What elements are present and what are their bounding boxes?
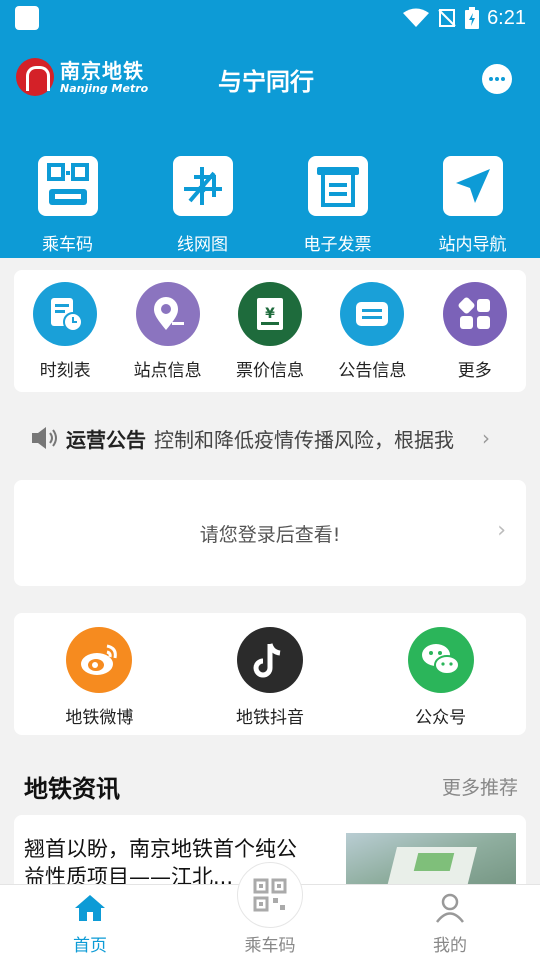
quick-label: 公告信息	[338, 361, 407, 381]
quick-label: 更多	[457, 361, 492, 381]
quick-label: 站点信息	[133, 361, 202, 381]
login-prompt-text: 请您登录后查看!	[199, 523, 341, 546]
timetable-icon	[33, 282, 98, 346]
user-icon	[436, 893, 464, 923]
location-icon	[135, 282, 200, 346]
quick-station-info[interactable]: 站点信息	[118, 282, 218, 392]
operation-notice[interactable]: 运营公告 控制和降低疫情传播风险，根据我 ›	[30, 420, 510, 456]
top-nav-label: 电子发票	[303, 235, 372, 255]
status-bar: 6:21	[0, 0, 540, 36]
top-nav-label: 线网图	[177, 235, 228, 255]
quick-announcement[interactable]: 公告信息	[322, 282, 422, 392]
fare-icon: ¥	[237, 282, 302, 346]
network-map-icon	[172, 156, 233, 216]
navigation-icon	[442, 156, 503, 216]
weibo-icon	[66, 627, 133, 693]
quick-label: 票价信息	[235, 361, 304, 381]
top-nav-label: 站内导航	[438, 235, 507, 255]
tab-label: 首页	[73, 936, 107, 956]
social-weibo[interactable]: 地铁微博	[29, 627, 169, 735]
douyin-icon	[236, 627, 303, 693]
quick-fare-info[interactable]: ¥ 票价信息	[220, 282, 320, 392]
social-douyin[interactable]: 地铁抖音	[200, 627, 340, 735]
notice-title: 运营公告	[66, 427, 146, 452]
quick-timetable[interactable]: 时刻表	[15, 282, 115, 392]
notice-text: 控制和降低疫情传播风险，根据我	[154, 427, 454, 452]
news-more-link[interactable]: 更多推荐	[442, 773, 518, 800]
more-grid-icon	[442, 282, 507, 346]
quick-more[interactable]: 更多	[425, 282, 525, 392]
chevron-right-icon: ›	[482, 426, 490, 450]
news-section-title: 地铁资讯	[24, 774, 120, 803]
tab-label: 乘车码	[244, 936, 296, 956]
e-invoice-icon	[307, 156, 368, 216]
top-nav-ride-code[interactable]: 乘车码	[0, 156, 135, 256]
top-nav-label: 乘车码	[42, 235, 93, 255]
top-nav-network-map[interactable]: 线网图	[135, 156, 270, 256]
qr-ticket-icon	[37, 156, 98, 216]
signal-off-icon	[438, 9, 456, 27]
social-label: 公众号	[415, 708, 467, 728]
app-slogan: 与宁同行	[218, 68, 314, 96]
social-media-card: 地铁微博 地铁抖音 公众号	[14, 613, 526, 735]
social-label: 地铁微博	[65, 708, 134, 728]
notification-icon	[15, 6, 39, 30]
speaker-icon	[32, 427, 57, 449]
social-wechat[interactable]: 公众号	[371, 627, 511, 735]
announcement-icon	[340, 282, 405, 346]
top-nav: 乘车码 线网图 电子发票 站内导航	[0, 156, 540, 256]
top-nav-station-navigation[interactable]: 站内导航	[405, 156, 540, 256]
ride-code-fab[interactable]	[237, 862, 303, 928]
wifi-icon	[403, 8, 430, 27]
app-header: 南京地铁 Nanjing Metro 与宁同行 乘车码 线网图 电子发票 站内导…	[0, 36, 540, 258]
qr-code-icon	[253, 878, 287, 912]
quick-menu-card: 时刻表 站点信息 ¥ 票价信息 公告信息 更多	[14, 270, 526, 392]
top-nav-e-invoice[interactable]: 电子发票	[270, 156, 405, 256]
news-section-header: 地铁资讯 更多推荐	[24, 768, 518, 804]
logo-cn-text: 南京地铁	[60, 58, 144, 83]
tab-home[interactable]: 首页	[0, 885, 180, 960]
quick-label: 时刻表	[39, 361, 91, 381]
home-icon	[75, 895, 105, 921]
logo-en-text: Nanjing Metro	[60, 81, 149, 95]
battery-icon	[465, 7, 480, 29]
nanjing-metro-logo: 南京地铁 Nanjing Metro	[16, 58, 148, 96]
wechat-icon	[407, 627, 474, 693]
metro-logo-icon	[16, 58, 54, 96]
status-icons: 6:21	[403, 4, 526, 32]
svg-text:¥: ¥	[265, 306, 275, 322]
message-button[interactable]	[482, 64, 512, 94]
social-label: 地铁抖音	[235, 708, 304, 728]
chevron-right-icon: ›	[497, 518, 506, 543]
tab-mine[interactable]: 我的	[360, 885, 540, 960]
status-time: 6:21	[487, 6, 526, 29]
login-prompt-card[interactable]: 请您登录后查看! ›	[14, 480, 526, 586]
tab-label: 我的	[433, 936, 467, 956]
